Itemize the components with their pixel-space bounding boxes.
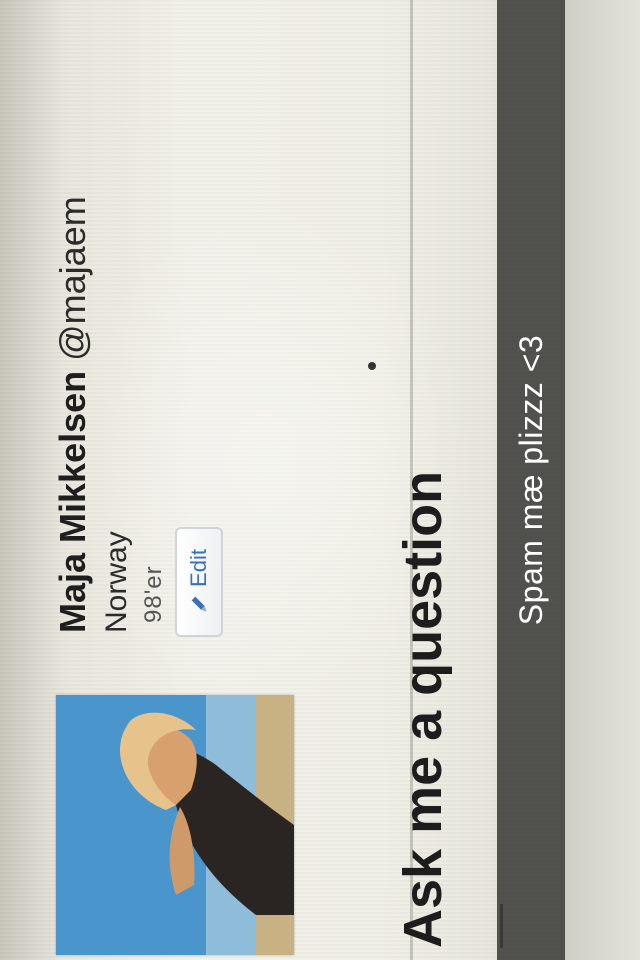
photo-background: Maja Mikkelsen@majaem Norway 98'er Edit … [0,0,640,960]
caption-text: Spam mæ plizzz <3 [512,334,549,626]
profile-handle[interactable]: @majaem [52,196,93,361]
avatar-photo [56,695,294,955]
edit-button-label: Edit [186,549,211,587]
caption-bar: Spam mæ plizzz <3 [497,0,565,960]
profile-name: Maja Mikkelsen [52,370,93,633]
pencil-icon [191,596,207,612]
profile-name-line: Maja Mikkelsen @majaem [52,196,94,633]
profile-bio: 98'er [140,565,167,623]
profile-view: Maja Mikkelsen@majaem Norway 98'er Edit … [0,0,640,960]
edit-profile-button[interactable]: Edit [175,527,223,637]
avatar[interactable] [56,695,294,955]
profile-location: Norway [100,531,133,633]
screen-speck [368,362,376,370]
ask-question-heading: Ask me a question [393,470,453,948]
